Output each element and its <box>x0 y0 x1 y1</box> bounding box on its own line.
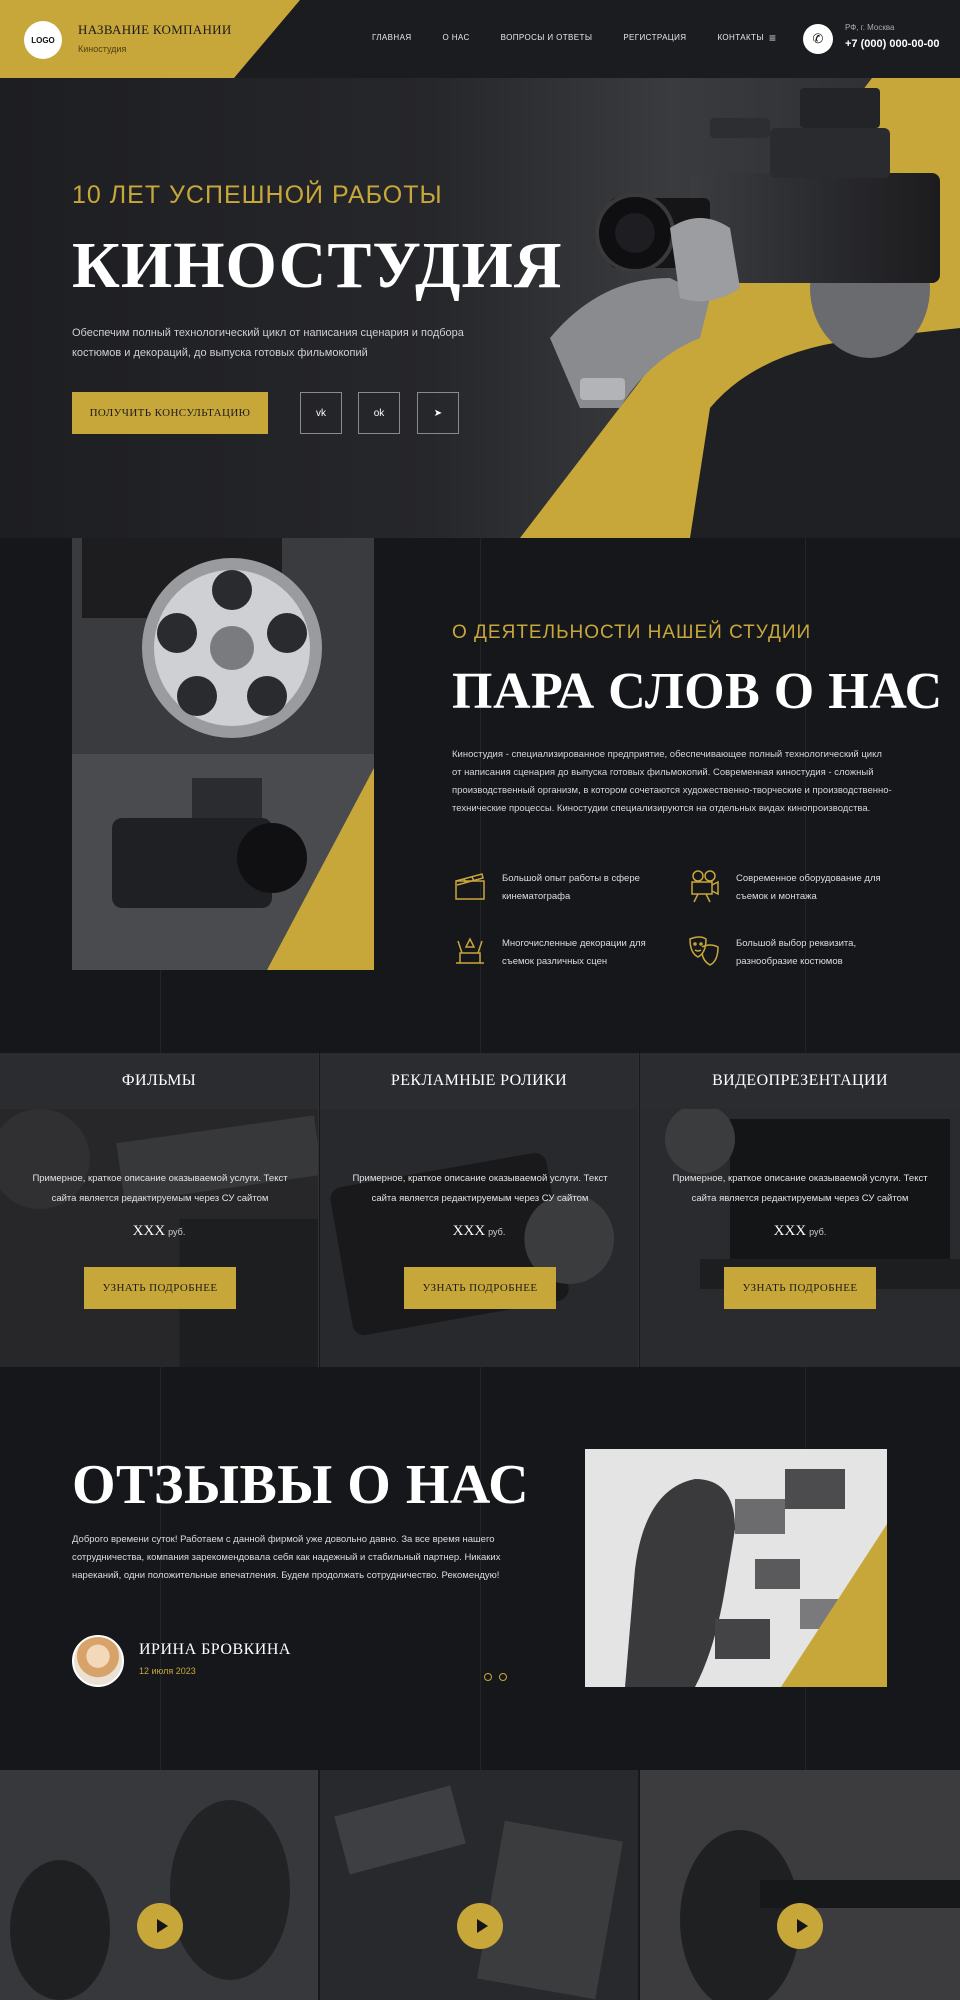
nav-item-home[interactable]: ГЛАВНАЯ <box>372 33 412 42</box>
slider-dot[interactable] <box>499 1673 507 1681</box>
service-card-presentations: ВИДЕОПРЕЗЕНТАЦИИ Примерное, краткое опис… <box>640 1053 960 1367</box>
service-price: XXX руб. <box>320 1223 638 1240</box>
cameraman-photo <box>550 88 960 538</box>
feature-experience: Большой опыт работы в сфере кинематограф… <box>452 868 662 906</box>
video-card[interactable] <box>0 1770 319 2000</box>
video-thumbnail <box>320 1770 638 2000</box>
feature-text: Современное оборудование для съемок и мо… <box>736 873 881 902</box>
about-collage-image <box>72 538 374 970</box>
menu-icon[interactable]: ≡ <box>769 31 776 45</box>
about-title: ПАРА СЛОВ О НАС <box>452 663 943 720</box>
company-name: НАЗВАНИЕ КОМПАНИИ <box>78 22 232 37</box>
price-value: XXX <box>773 1223 807 1239</box>
service-description: Примерное, краткое описание оказываемой … <box>672 1173 928 1204</box>
consultation-button[interactable]: ПОЛУЧИТЬ КОНСУЛЬТАЦИЮ <box>72 392 268 434</box>
price-unit: руб. <box>168 1227 186 1237</box>
service-title: ВИДЕОПРЕЗЕНТАЦИИ <box>640 1053 960 1109</box>
clapperboard-icon <box>455 873 485 900</box>
service-title: РЕКЛАМНЫЕ РОЛИКИ <box>320 1053 638 1109</box>
contact-city: РФ, г. Москва <box>845 23 895 32</box>
about-description: Киностудия - специализированное предприя… <box>452 749 892 814</box>
hero-overline: 10 ЛЕТ УСПЕШНОЙ РАБОТЫ <box>72 181 443 209</box>
reviews-section: ОТЗЫВЫ О НАС Доброго времени суток! Рабо… <box>0 1367 960 1770</box>
review-date: 12 июля 2023 <box>139 1666 196 1676</box>
nav-item-faq[interactable]: ВОПРОСЫ И ОТВЕТЫ <box>501 33 593 42</box>
stage-decoration-icon <box>456 937 484 964</box>
odnoklassniki-icon[interactable]: ok <box>358 392 400 434</box>
slider-dot[interactable] <box>484 1673 492 1681</box>
price-value: XXX <box>452 1223 486 1239</box>
video-card[interactable] <box>640 1770 960 2000</box>
service-price: XXX руб. <box>0 1223 318 1240</box>
reviews-title: ОТЗЫВЫ О НАС <box>72 1454 530 1516</box>
company-subtitle: Киностудия <box>78 44 127 54</box>
review-image <box>585 1449 887 1687</box>
nav-item-about[interactable]: О НАС <box>443 33 470 42</box>
reviewer-name: ИРИНА БРОВКИНА <box>139 1641 291 1658</box>
feature-text: Многочисленные декорации для съемок разл… <box>502 938 646 967</box>
avatar <box>72 1635 124 1687</box>
video-card[interactable] <box>320 1770 639 2000</box>
feature-equipment: Современное оборудование для съемок и мо… <box>686 868 896 906</box>
hero-description: Обеспечим полный технологический цикл от… <box>72 327 464 359</box>
play-button[interactable] <box>777 1903 823 1949</box>
learn-more-button[interactable]: УЗНАТЬ ПОДРОБНЕЕ <box>404 1267 556 1309</box>
service-title: ФИЛЬМЫ <box>0 1053 318 1109</box>
service-description: Примерное, краткое описание оказываемой … <box>32 1173 288 1204</box>
hero-title: КИНОСТУДИЯ <box>72 229 563 302</box>
price-unit: руб. <box>488 1227 506 1237</box>
nav-item-contacts[interactable]: КОНТАКТЫ <box>717 33 763 42</box>
about-overline: О ДЕЯТЕЛЬНОСТИ НАШЕЙ СТУДИИ <box>452 622 812 643</box>
video-thumbnail <box>0 1770 318 2000</box>
feature-props: Большой выбор реквизита, разнообразие ко… <box>686 933 896 971</box>
videos-section <box>0 1770 960 2000</box>
nav-item-registration[interactable]: РЕГИСТРАЦИЯ <box>623 33 686 42</box>
site-header: LOGO НАЗВАНИЕ КОМПАНИИ Киностудия ГЛАВНА… <box>0 0 960 78</box>
service-price: XXX руб. <box>640 1223 960 1240</box>
hero-section: 10 ЛЕТ УСПЕШНОЙ РАБОТЫ КИНОСТУДИЯ Обеспе… <box>0 78 960 538</box>
play-button[interactable] <box>137 1903 183 1949</box>
about-section: О ДЕЯТЕЛЬНОСТИ НАШЕЙ СТУДИИ ПАРА СЛОВ О … <box>0 538 960 1053</box>
services-section: ФИЛЬМЫ Примерное, краткое описание оказы… <box>0 1053 960 1367</box>
feature-decorations: Многочисленные декорации для съемок разл… <box>452 933 662 971</box>
phone-icon[interactable]: ✆ <box>803 24 833 54</box>
learn-more-button[interactable]: УЗНАТЬ ПОДРОБНЕЕ <box>724 1267 876 1309</box>
play-button[interactable] <box>457 1903 503 1949</box>
service-card-films: ФИЛЬМЫ Примерное, краткое описание оказы… <box>0 1053 319 1367</box>
video-thumbnail <box>640 1770 960 2000</box>
contact-phone[interactable]: +7 (000) 000-00-00 <box>845 38 939 50</box>
telegram-icon[interactable]: ➤ <box>417 392 459 434</box>
feature-text: Большой опыт работы в сфере кинематограф… <box>502 873 640 902</box>
theater-masks-icon <box>689 936 719 966</box>
main-nav: ГЛАВНАЯ О НАС ВОПРОСЫ И ОТВЕТЫ РЕГИСТРАЦ… <box>372 33 764 42</box>
logo[interactable]: LOGO <box>24 21 62 59</box>
learn-more-button[interactable]: УЗНАТЬ ПОДРОБНЕЕ <box>84 1267 236 1309</box>
service-description: Примерное, краткое описание оказываемой … <box>352 1173 608 1204</box>
price-unit: руб. <box>809 1227 827 1237</box>
vk-icon[interactable]: vk <box>300 392 342 434</box>
price-value: XXX <box>132 1223 166 1239</box>
feature-text: Большой выбор реквизита, разнообразие ко… <box>736 938 857 967</box>
service-card-ads: РЕКЛАМНЫЕ РОЛИКИ Примерное, краткое опис… <box>320 1053 639 1367</box>
company-block: НАЗВАНИЕ КОМПАНИИ Киностудия <box>78 22 232 54</box>
movie-camera-icon <box>691 870 719 903</box>
review-text: Доброго времени суток! Работаем с данной… <box>72 1534 501 1581</box>
